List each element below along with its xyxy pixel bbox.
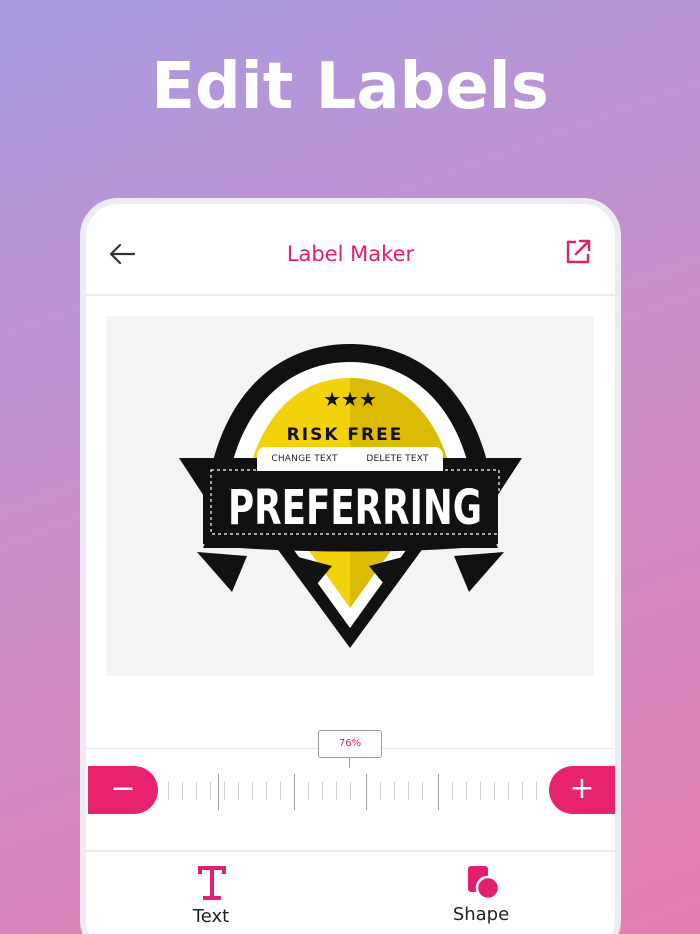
change-text-button[interactable]: CHANGE TEXT bbox=[271, 454, 337, 464]
page-headline: Edit Labels bbox=[151, 50, 549, 124]
badge-stars: ★★★ bbox=[323, 387, 377, 411]
label-badge[interactable]: ★★★ RISK FREE PREFERRING bbox=[107, 316, 594, 676]
bottom-tab-bar: Text Shape bbox=[86, 850, 615, 934]
label-canvas[interactable]: ★★★ RISK FREE PREFERRING CHANGE TEXT DEL… bbox=[107, 316, 594, 676]
tab-shape-label: Shape bbox=[452, 904, 510, 925]
zoom-out-button[interactable]: − bbox=[88, 766, 158, 814]
delete-text-button[interactable]: DELETE TEXT bbox=[366, 454, 428, 464]
external-share-icon bbox=[566, 239, 591, 264]
zoom-indicator-stem bbox=[349, 758, 350, 768]
tab-text-label: Text bbox=[192, 906, 230, 927]
shape-icon bbox=[468, 866, 500, 901]
app-bar: Label Maker bbox=[86, 204, 615, 296]
zoom-value-badge: 76% bbox=[318, 730, 382, 758]
badge-main-text: PREFERRING bbox=[228, 480, 482, 536]
app-title: Label Maker bbox=[286, 242, 415, 266]
tab-shape[interactable]: Shape bbox=[406, 852, 556, 934]
zoom-in-button[interactable]: + bbox=[549, 766, 615, 814]
zoom-ruler[interactable] bbox=[168, 770, 548, 810]
tab-text[interactable]: Text bbox=[136, 852, 286, 934]
badge-top-text: RISK FREE bbox=[287, 425, 404, 445]
plus-icon: + bbox=[569, 771, 595, 806]
zoom-slider[interactable]: 76% − + bbox=[86, 724, 615, 844]
minus-icon: − bbox=[110, 771, 136, 806]
share-button[interactable] bbox=[563, 237, 593, 267]
text-action-pill: CHANGE TEXT DELETE TEXT bbox=[257, 447, 443, 471]
phone-frame: Label Maker ★★★ RISK FREE PREFERRING CHA… bbox=[80, 198, 621, 934]
text-t-icon bbox=[198, 866, 226, 900]
